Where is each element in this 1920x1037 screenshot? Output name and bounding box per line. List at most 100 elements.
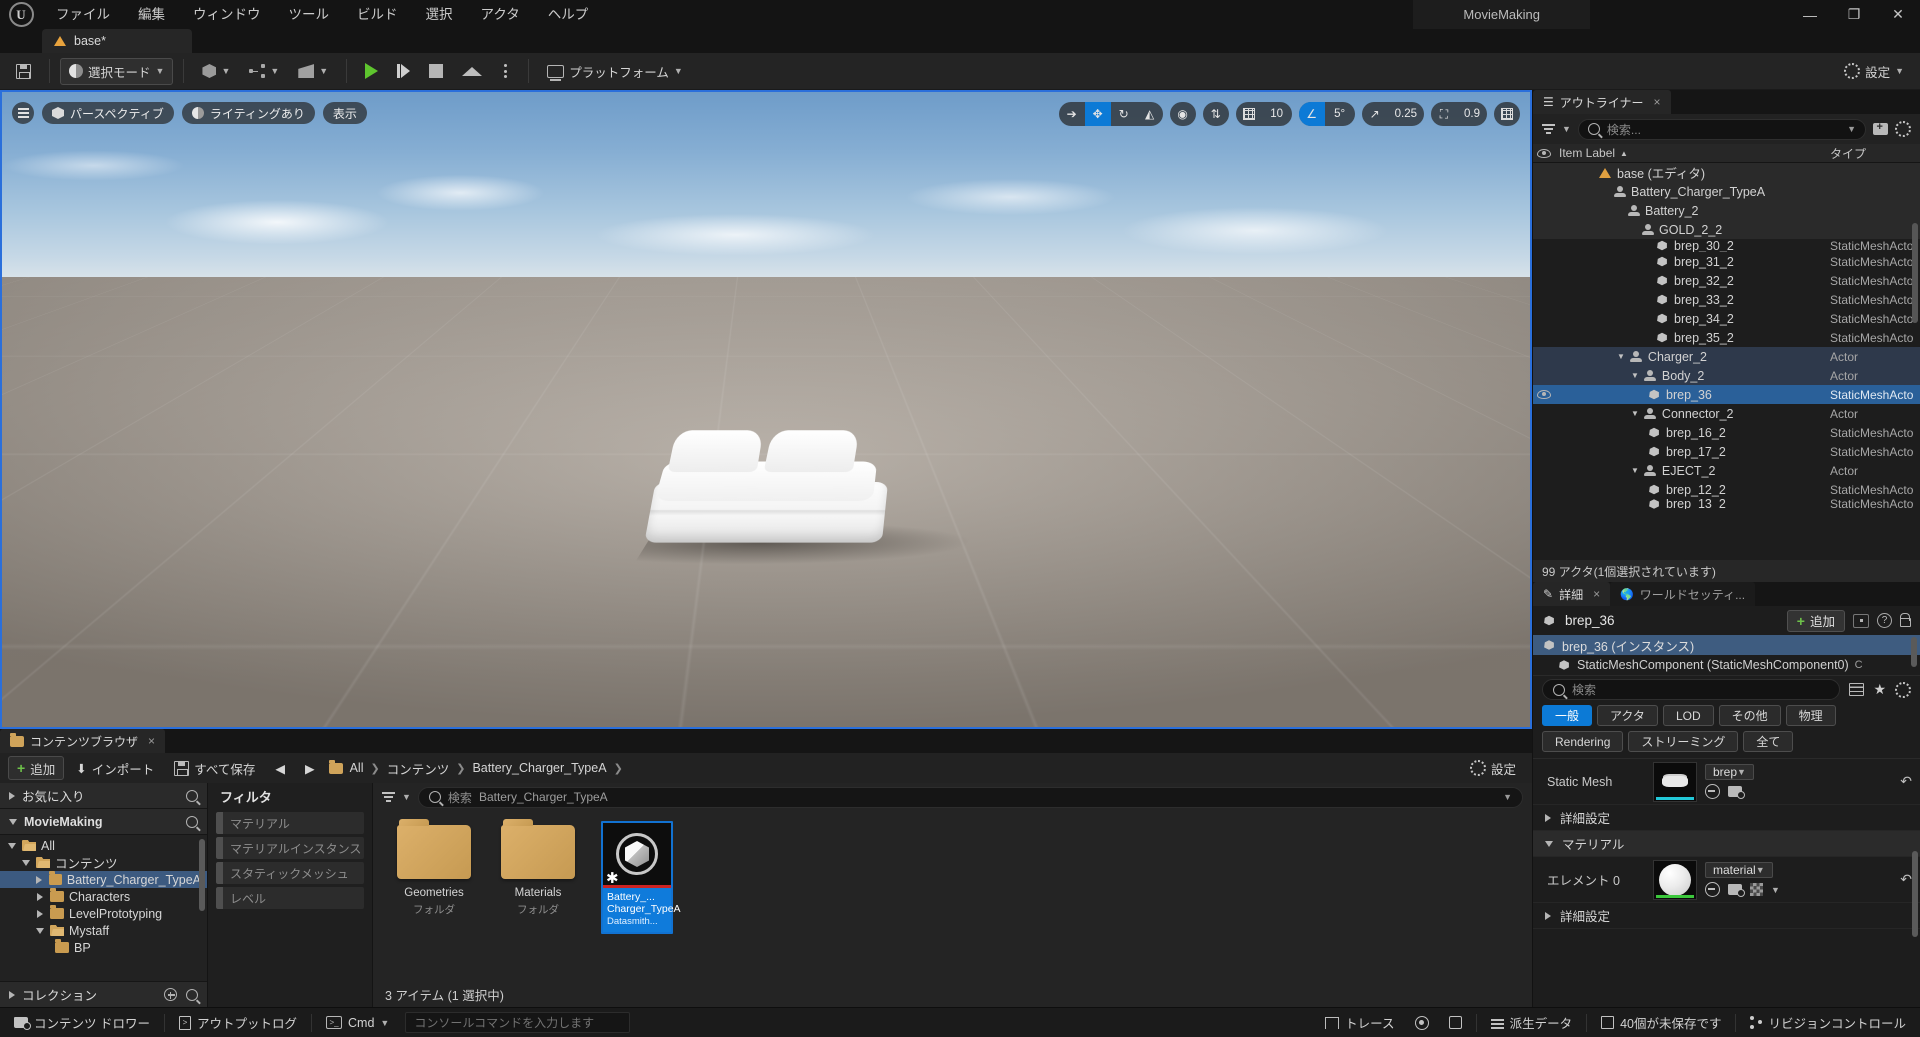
scale-snap-icon[interactable]: ↗ <box>1362 102 1388 126</box>
angle-snap-icon[interactable]: ∠ <box>1298 102 1325 126</box>
outliner-row-brep-34-2[interactable]: brep_34_2 StaticMeshActo <box>1533 309 1920 328</box>
asset-item-materials[interactable]: Materials フォルダ <box>497 819 579 917</box>
angle-snap-value[interactable]: 5° <box>1325 102 1355 126</box>
outliner-row-brep-30-2[interactable]: brep_30_2 StaticMeshActo <box>1533 239 1920 252</box>
checker-pattern-icon[interactable] <box>1750 883 1763 896</box>
trace-stats-button[interactable] <box>1439 1011 1472 1035</box>
component-row-instance[interactable]: brep_36 (インスタンス) <box>1533 635 1920 655</box>
lock-icon[interactable] <box>1900 612 1911 627</box>
outliner-row-eject-2[interactable]: ▼ EJECT_2 Actor <box>1533 461 1920 480</box>
expander-down-icon[interactable]: ▼ <box>1631 371 1639 380</box>
breadcrumb-content[interactable]: コンテンツ <box>387 759 450 778</box>
tab-details[interactable]: ✎ 詳細 × <box>1533 582 1611 606</box>
outliner-tree[interactable]: base (エディタ) Battery_Charger_TypeA Batter… <box>1533 163 1920 560</box>
cb-settings-button[interactable]: 設定 <box>1462 756 1524 780</box>
tree-scrollbar[interactable] <box>199 839 205 911</box>
menu-file[interactable]: ファイル <box>42 0 124 29</box>
add-actor-button[interactable]: + ▼ <box>194 58 238 85</box>
filter-actor[interactable]: アクタ <box>1597 705 1658 726</box>
outliner-row-brep-32-2[interactable]: brep_32_2 StaticMeshActo <box>1533 271 1920 290</box>
trace-button[interactable]: トレース <box>1315 1011 1404 1035</box>
grid-snap-value[interactable]: 10 <box>1262 102 1292 126</box>
step-button[interactable] <box>389 58 418 85</box>
material-sphere-thumbnail[interactable] <box>1653 859 1697 900</box>
use-selected-asset-icon[interactable] <box>1705 882 1720 897</box>
save-button[interactable] <box>8 58 39 85</box>
outliner-row-gold-2-2[interactable]: GOLD_2_2 <box>1533 220 1920 239</box>
tree-item-all[interactable]: All <box>0 837 207 854</box>
viewport-layout-icon[interactable] <box>1494 102 1520 126</box>
cb-save-all-button[interactable]: すべて保存 <box>166 756 263 780</box>
reset-to-default-icon[interactable]: ↶ <box>1900 773 1912 790</box>
outliner-row-brep-16-2[interactable]: brep_16_2 StaticMeshActo <box>1533 423 1920 442</box>
asset-item-battery-charger-typea[interactable]: ✱ Battery_... Charger_TypeA Datasmith... <box>601 821 681 934</box>
viewport-show-button[interactable]: 表示 <box>322 102 367 124</box>
details-search-input[interactable]: 検索 <box>1542 679 1841 700</box>
outliner-row-brep-31-2[interactable]: brep_31_2 StaticMeshActo <box>1533 252 1920 271</box>
column-header-label[interactable]: Item Label <box>1559 146 1615 160</box>
menu-window[interactable]: ウィンドウ <box>179 0 275 29</box>
tree-item-content[interactable]: コンテンツ <box>0 854 207 871</box>
use-selected-asset-icon[interactable] <box>1705 784 1720 799</box>
outliner-row-base[interactable]: base (エディタ) <box>1533 163 1920 182</box>
outliner-row-body-2[interactable]: ▼ Body_2 Actor <box>1533 366 1920 385</box>
search-icon[interactable] <box>186 988 198 1001</box>
outliner-row-battery-2[interactable]: Battery_2 <box>1533 201 1920 220</box>
rotate-icon[interactable]: ↻ <box>1111 102 1137 126</box>
close-button[interactable]: ✕ <box>1876 0 1920 29</box>
project-header[interactable]: MovieMaking <box>0 809 207 835</box>
browse-to-asset-icon[interactable] <box>1728 786 1745 799</box>
property-category-materials[interactable]: マテリアル <box>1533 831 1920 857</box>
help-icon[interactable]: ? <box>1877 613 1892 628</box>
breadcrumb-all[interactable]: All <box>350 761 364 775</box>
filter-chip-material-instance[interactable]: マテリアルインスタンス <box>216 837 364 859</box>
surface-snap-icon[interactable]: ⇅ <box>1203 102 1229 126</box>
level-viewport[interactable]: パースペクティブ ライティングあり 表示 ➔ ✥ ↻ ◭ ◉ ⇅ 10 ∠ 5°… <box>0 90 1532 729</box>
close-icon[interactable]: × <box>148 734 155 748</box>
settings-button[interactable]: 設定 ▼ <box>1836 58 1912 85</box>
tab-content-browser[interactable]: コンテンツブラウザ × <box>0 729 166 753</box>
camera-speed-value[interactable]: 0.9 <box>1457 102 1487 126</box>
tab-outliner[interactable]: ☰ アウトライナー × <box>1533 90 1671 114</box>
minimize-button[interactable]: — <box>1788 0 1832 29</box>
tree-item-levelprototyping[interactable]: LevelPrototyping <box>0 905 207 922</box>
unsaved-items-button[interactable]: 40個が未保存です <box>1591 1011 1731 1035</box>
scale-snap-value[interactable]: 0.25 <box>1388 102 1424 126</box>
eject-button[interactable] <box>454 58 490 85</box>
filter-general[interactable]: 一般 <box>1542 705 1593 726</box>
camera-icon[interactable]: ⛶ <box>1431 102 1457 126</box>
menu-tools[interactable]: ツール <box>275 0 344 29</box>
outliner-row-brep-17-2[interactable]: brep_17_2 StaticMeshActo <box>1533 442 1920 461</box>
property-section-advanced-2[interactable]: 詳細設定 <box>1533 903 1920 929</box>
menu-edit[interactable]: 編集 <box>124 0 179 29</box>
asset-item-geometries[interactable]: Geometries フォルダ <box>393 819 475 917</box>
outliner-row-brep-36[interactable]: brep_36 StaticMeshActo <box>1533 385 1920 404</box>
add-collection-icon[interactable] <box>164 988 177 1001</box>
filter-chip-level[interactable]: レベル <box>216 887 364 909</box>
outliner-row-connector-2[interactable]: ▼ Connector_2 Actor <box>1533 404 1920 423</box>
filter-misc[interactable]: その他 <box>1718 705 1781 726</box>
chevron-down-icon[interactable]: ▼ <box>1503 792 1512 802</box>
property-scrollbar[interactable] <box>1912 851 1918 937</box>
chevron-down-icon[interactable]: ▼ <box>1771 885 1780 895</box>
breadcrumb-current[interactable]: Battery_Charger_TypeA <box>472 761 606 775</box>
cb-forward-button[interactable]: ▶ <box>297 756 323 780</box>
viewport-lighting-button[interactable]: ライティングあり <box>181 102 315 124</box>
close-icon[interactable]: × <box>1593 587 1600 601</box>
platforms-button[interactable]: プラットフォーム ▼ <box>539 58 691 85</box>
outliner-row-brep-13-2[interactable]: brep_13_2 StaticMeshActo <box>1533 499 1920 509</box>
settings-gear-icon[interactable] <box>1895 121 1911 137</box>
filter-physics[interactable]: 物理 <box>1785 705 1836 726</box>
viewport-menu-icon[interactable] <box>12 102 34 124</box>
chevron-down-icon[interactable]: ▼ <box>1562 124 1571 134</box>
search-icon[interactable] <box>186 815 198 828</box>
column-settings-icon[interactable] <box>1849 683 1865 696</box>
cb-import-button[interactable]: ⬇ インポート <box>68 756 162 780</box>
outliner-row-charger-2[interactable]: ▼ Charger_2 Actor <box>1533 347 1920 366</box>
settings-gear-icon[interactable] <box>1895 681 1911 698</box>
collections-header[interactable]: コレクション <box>0 981 207 1007</box>
outliner-row-battery-charger-typea[interactable]: Battery_Charger_TypeA <box>1533 182 1920 201</box>
filter-all[interactable]: 全て <box>1743 731 1794 752</box>
tree-item-bp[interactable]: BP <box>0 939 207 956</box>
maximize-button[interactable]: ❐ <box>1832 0 1876 29</box>
